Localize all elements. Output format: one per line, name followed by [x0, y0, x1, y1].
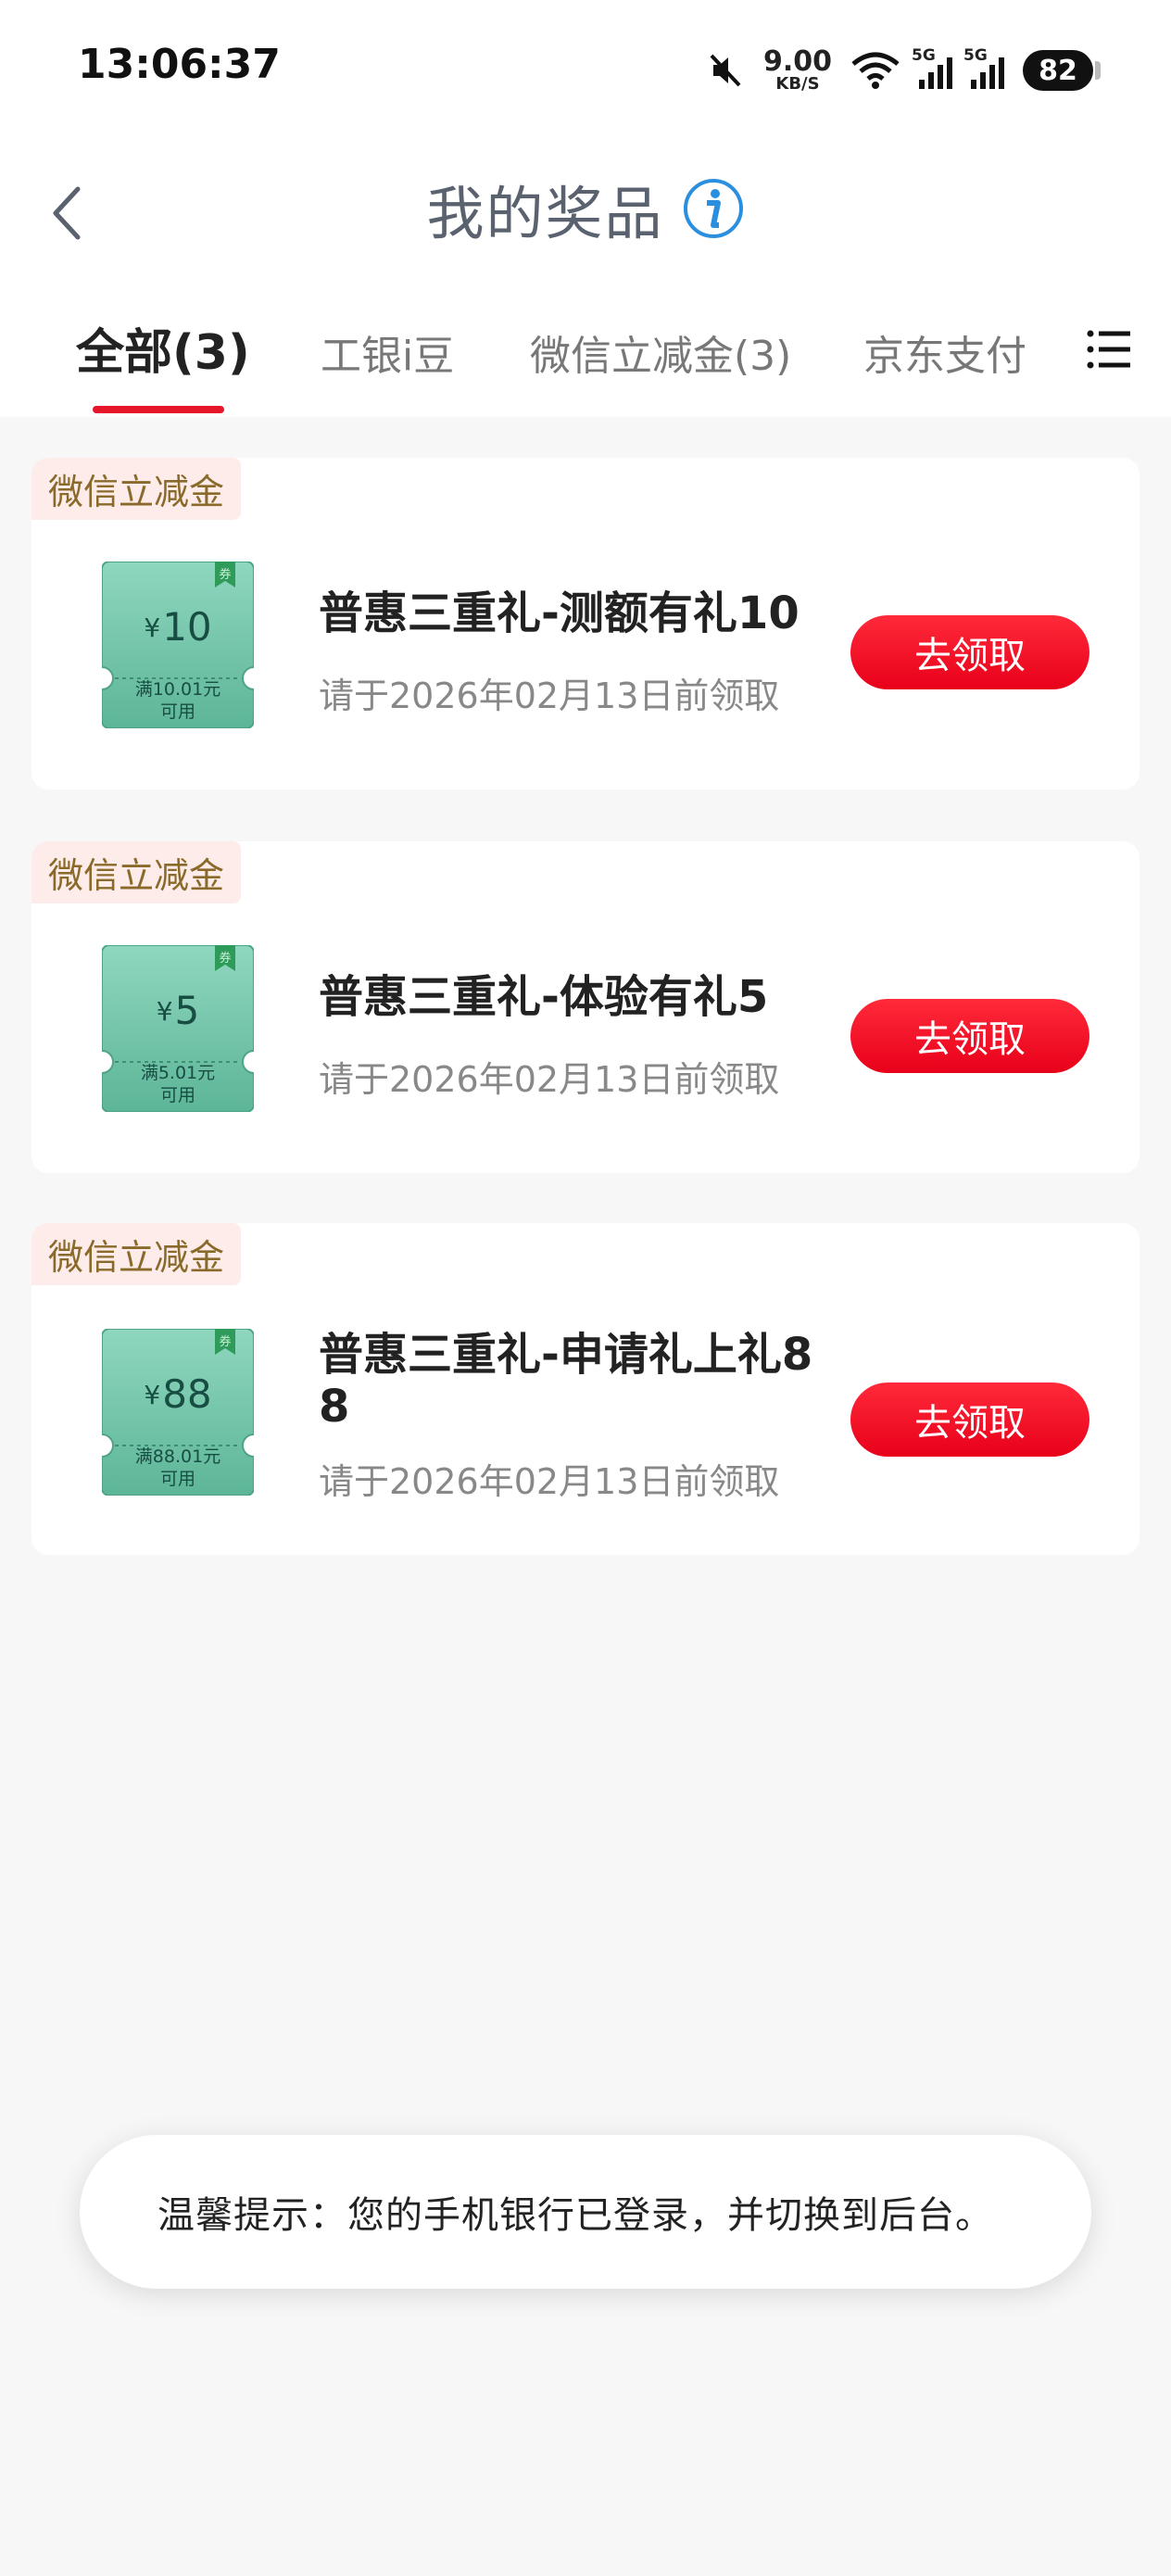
mute-icon — [710, 54, 741, 87]
status-bar: 13:06:37 9.00 KB/S 5G 5G 82 — [0, 0, 1171, 139]
prize-type-tag: 微信立减金 — [31, 458, 242, 520]
claim-button[interactable]: 去领取 — [850, 1383, 1089, 1457]
claim-button[interactable]: 去领取 — [850, 999, 1089, 1073]
battery-indicator: 82 — [1023, 50, 1101, 91]
coupon-badge: 券 ¥5 满5.01元 可用 — [101, 944, 255, 1113]
wifi-icon — [851, 52, 900, 89]
net-speed-unit: KB/S — [775, 74, 820, 94]
toast-message: 温馨提示：您的手机银行已登录，并切换到后台。 — [80, 2135, 1091, 2289]
prize-name: 普惠三重礼-测额有礼10 — [319, 587, 800, 639]
net-speed-value: 9.00 — [762, 45, 832, 78]
prize-card: 微信立减金 券 ¥88 满88.01元 可用 普惠三重礼-申请礼上礼88 请于20… — [31, 1223, 1140, 1555]
net-speed: 9.00 KB/S — [763, 48, 832, 93]
prize-name: 普惠三重礼-申请礼上礼88 — [319, 1329, 813, 1433]
status-time: 13:06:37 — [78, 41, 281, 88]
tab-wechat-discount[interactable]: 微信立减金(3) — [530, 322, 791, 382]
page-title: 我的奖品 — [426, 180, 664, 247]
svg-text:券: 券 — [219, 567, 231, 582]
prize-deadline: 请于2026年02月13日前领取 — [319, 1059, 780, 1100]
status-icons: 9.00 KB/S 5G 5G 82 — [708, 43, 1101, 98]
coupon-badge: 券 ¥10 满10.01元 可用 — [101, 561, 255, 729]
menu-list-icon[interactable] — [1086, 326, 1132, 373]
tab-all[interactable]: 全部(3) — [76, 313, 250, 383]
coupon-condition: 满5.01元 可用 — [140, 1063, 216, 1105]
prize-type-tag: 微信立减金 — [31, 841, 242, 903]
tab-icbc-beans[interactable]: 工银i豆 — [321, 322, 454, 382]
coupon-condition: 满88.01元 可用 — [134, 1446, 221, 1489]
prize-type-tag: 微信立减金 — [31, 1223, 242, 1285]
tab-jd-pay[interactable]: 京东支付 — [863, 322, 1026, 382]
cell-signal-1: 5G — [912, 46, 952, 89]
prize-card: 微信立减金 券 ¥5 满5.01元 可用 普惠三重礼-体验有礼5 请于2026年0… — [31, 841, 1140, 1173]
info-icon[interactable] — [682, 177, 745, 240]
coupon-condition: 满10.01元 可用 — [134, 679, 221, 722]
svg-text:券: 券 — [219, 951, 231, 966]
claim-button[interactable]: 去领取 — [850, 615, 1089, 689]
prize-name: 普惠三重礼-体验有礼5 — [319, 971, 769, 1023]
coupon-amount: ¥10 — [144, 604, 212, 650]
cell-signal-2: 5G — [963, 46, 1004, 89]
signal-1-label: 5G — [912, 46, 936, 65]
active-tab-indicator — [93, 406, 224, 413]
coupon-amount: ¥88 — [144, 1371, 212, 1417]
prize-deadline: 请于2026年02月13日前领取 — [319, 1461, 780, 1502]
signal-2-label: 5G — [963, 46, 988, 65]
prize-deadline: 请于2026年02月13日前领取 — [319, 676, 780, 716]
svg-text:券: 券 — [219, 1334, 231, 1349]
title-area: 我的奖品 — [0, 167, 1171, 259]
prize-card: 微信立减金 券 ¥10 满10.01元 可用 普惠三重礼-测额有礼10 请于202… — [31, 458, 1140, 789]
coupon-amount: ¥5 — [156, 988, 200, 1033]
coupon-badge: 券 ¥88 满88.01元 可用 — [101, 1328, 255, 1496]
